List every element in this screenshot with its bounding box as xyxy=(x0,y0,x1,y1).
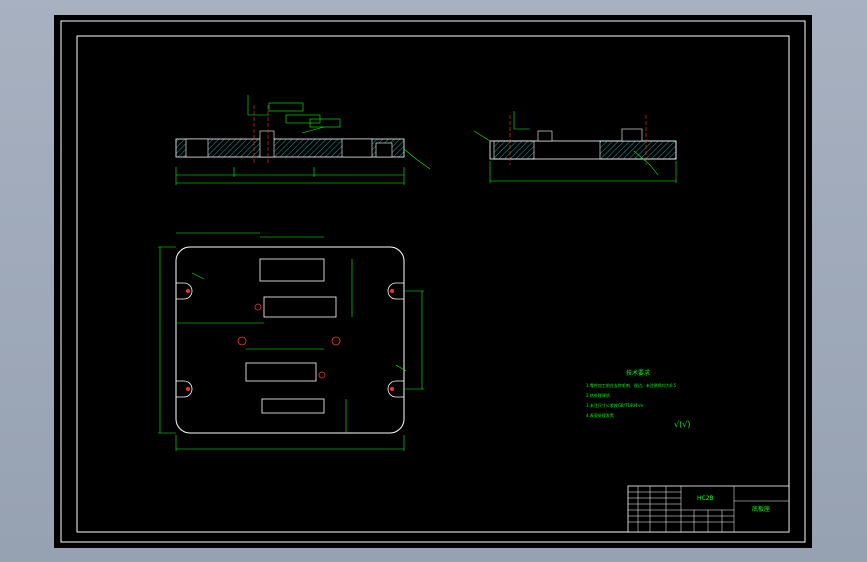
roughness-symbol: √(√) xyxy=(674,420,690,429)
notes-line-2: 2.热处理调质 xyxy=(586,392,610,398)
title-block[interactable]: HC2B 底板座 xyxy=(627,485,790,533)
drawing-number: HC2B xyxy=(697,495,714,502)
technical-notes: 技术要求 1.零件加工前应去除毛刺、锐边，未注倒角均为0.5 2.热处理调质 3… xyxy=(586,369,690,429)
notes-line-3: 3.未注尺寸公差按GB/T1804-m xyxy=(586,402,643,408)
cad-viewport[interactable]: 技术要求 1.零件加工前应去除毛刺、锐边，未注倒角均为0.5 2.热处理调质 3… xyxy=(54,15,812,548)
notes-heading: 技术要求 xyxy=(626,369,650,377)
notes-line-1: 1.零件加工前应去除毛刺、锐边，未注倒角均为0.5 xyxy=(586,382,677,388)
part-name: 底板座 xyxy=(752,505,770,513)
notes-line-4: 4.表面处理发黑 xyxy=(586,412,614,418)
drawing-canvas[interactable]: 技术要求 1.零件加工前应去除毛刺、锐边，未注倒角均为0.5 2.热处理调质 3… xyxy=(54,15,812,548)
inner-border xyxy=(76,35,790,533)
front-section-view[interactable] xyxy=(175,95,431,185)
plan-view[interactable] xyxy=(158,232,424,451)
outer-border xyxy=(60,20,806,543)
side-section-view[interactable] xyxy=(473,111,677,183)
